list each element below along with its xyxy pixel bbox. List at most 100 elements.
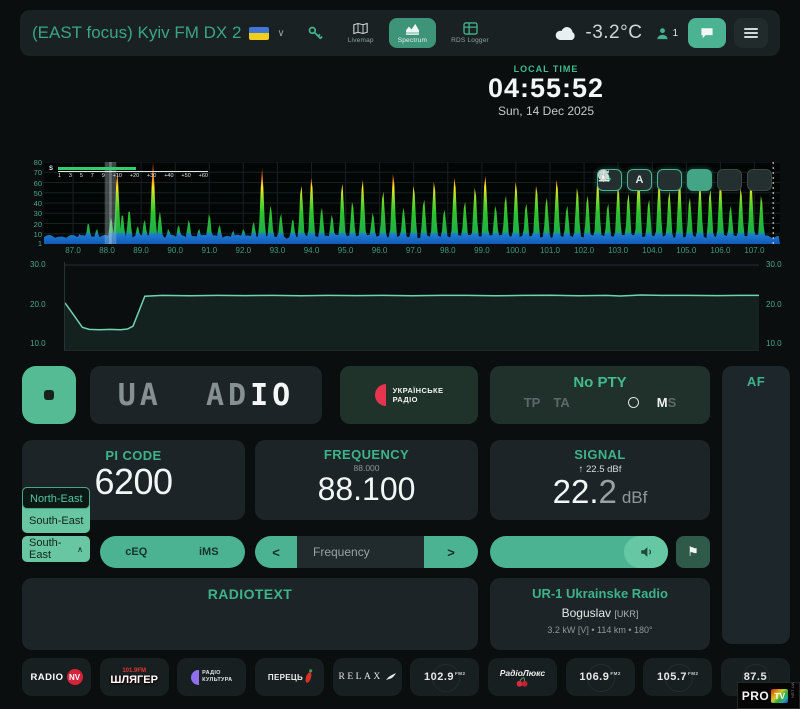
flag-icon: ⚑: [687, 544, 699, 559]
clock-time: 04:55:52: [440, 74, 652, 104]
frequency-card: FREQUENCY 88.000 88.100: [255, 440, 478, 520]
s-meter-bar: [58, 167, 136, 170]
transmitter-info-card: UR-1 Ukrainske Radio Boguslav [UKR] 3.2 …: [490, 578, 710, 650]
top-bar: (EAST focus) Kyiv FM DX 2 ∨ Livemap Spec…: [20, 10, 780, 56]
listeners-widget: 1: [656, 27, 678, 40]
logo-line2: РАДІО: [393, 395, 418, 404]
volume-knob[interactable]: [624, 536, 668, 568]
cherries-icon: [516, 677, 528, 687]
user-icon: [656, 27, 669, 40]
record-stop-button[interactable]: [22, 366, 76, 424]
grid-icon: [463, 22, 478, 35]
station-tile-perets[interactable]: ПЕРЕЦЬ: [255, 658, 324, 696]
antenna-option-north-east[interactable]: North-East: [22, 487, 90, 509]
top-nav: Livemap Spectrum RDS Logger: [339, 18, 498, 48]
pty-value: No PTY: [490, 374, 710, 391]
refresh-button[interactable]: [747, 169, 772, 191]
frequency-tuner: < >: [255, 536, 478, 568]
refresh-icon: [597, 169, 610, 182]
station-tile-shlyager[interactable]: 101.9FM ШЛЯГЕР: [100, 658, 169, 696]
protv-watermark: PRO TV NET.UA: [737, 682, 800, 709]
server-title: (EAST focus) Kyiv FM DX 2: [32, 23, 241, 43]
tune-up-button[interactable]: >: [424, 536, 478, 568]
frequency-header: FREQUENCY: [255, 447, 478, 462]
antenna-options-list: North-East South-East: [22, 487, 90, 533]
ps-display: UA ADIO: [90, 366, 322, 424]
signal-card: SIGNAL ↑ 22.5 dBf 22.2dBf: [490, 440, 710, 520]
report-flag-button[interactable]: ⚑: [676, 536, 710, 568]
radiotext-card: RADIOTEXT: [22, 578, 478, 650]
volume-slider[interactable]: [490, 536, 668, 568]
spectrum-plot[interactable]: S 13579+10+20+30+40+50+60 A: [44, 162, 780, 244]
nav-spectrum[interactable]: Spectrum: [389, 18, 436, 48]
pepper-icon: [304, 671, 312, 683]
vertical-zoom-button[interactable]: [657, 169, 682, 191]
admin-key-icon[interactable]: [307, 25, 323, 41]
signal-unit: dBf: [622, 488, 648, 507]
graph-style-button[interactable]: [687, 169, 712, 191]
station-tile-1057[interactable]: 105.7FM2: [643, 658, 712, 696]
chat-button[interactable]: [688, 18, 726, 48]
fmdx-webserver: (EAST focus) Kyiv FM DX 2 ∨ Livemap Spec…: [0, 0, 800, 709]
bird-icon: [386, 673, 396, 681]
temperature: -3.2°C: [585, 22, 642, 44]
signal-value: 22.: [553, 473, 599, 510]
nav-rds-logger[interactable]: RDS Logger: [442, 18, 498, 48]
ukrainske-radio-logo-icon: [375, 384, 386, 406]
station-tile-1029[interactable]: 102.9FM2: [410, 658, 479, 696]
station-tile-1069[interactable]: 106.9FM2: [566, 658, 635, 696]
antenna-dropdown: North-East South-East South-East ∧: [22, 487, 90, 562]
auto-scale-button[interactable]: A: [627, 169, 652, 191]
ms-speech-flag: S: [668, 395, 677, 410]
ta-flag: TA: [553, 395, 569, 410]
protv-tv-icon: TV: [771, 689, 788, 703]
weather-widget: -3.2°C: [554, 22, 642, 44]
listener-count: 1: [672, 28, 678, 39]
station-tile-radio-lux[interactable]: РадіоЛюкс: [488, 658, 557, 696]
spectrum-panel: 80706050403020101: [20, 158, 790, 258]
stereo-indicator-icon: [628, 397, 639, 408]
ms-music-flag: M: [657, 395, 668, 410]
station-tile-relax[interactable]: RELAX: [333, 658, 402, 696]
server-selector[interactable]: (EAST focus) Kyiv FM DX 2 ∨: [32, 23, 285, 43]
ps-confirmed-chars: IO: [250, 378, 294, 413]
chevron-up-icon: ∧: [77, 545, 83, 554]
eq-toggle[interactable]: cEQ: [100, 546, 173, 558]
af-list-panel: AF: [722, 366, 790, 644]
chat-bubble-icon: [700, 27, 714, 39]
antenna-selected-value: South-East: [29, 537, 77, 561]
signal-header: SIGNAL: [490, 447, 710, 462]
frequency-value: 88.100: [255, 473, 478, 507]
pty-card: No PTY TP TA MS: [490, 366, 710, 424]
station-tile-radio-kultura[interactable]: РАДІОКУЛЬТУРА: [177, 658, 246, 696]
transmitter-country: [UKR]: [614, 609, 638, 619]
radiotext-header: RADIOTEXT: [22, 586, 478, 602]
antenna-option-south-east[interactable]: South-East: [22, 509, 90, 533]
transmitter-city: Boguslav: [562, 606, 611, 620]
spectrum-icon: [405, 22, 420, 35]
tune-down-button[interactable]: <: [255, 536, 297, 568]
station-logo-strip: RADIONV 101.9FM ШЛЯГЕР РАДІОКУЛЬТУРА ПЕР…: [22, 658, 790, 696]
s-meter: S 13579+10+20+30+40+50+60: [58, 167, 218, 179]
clock-date: Sun, 14 Dec 2025: [440, 104, 652, 118]
stop-icon: [44, 390, 54, 400]
antenna-select[interactable]: South-East ∧: [22, 536, 90, 562]
nav-livemap[interactable]: Livemap: [339, 18, 383, 48]
menu-button[interactable]: [734, 18, 768, 48]
spectrum-x-axis: 87.088.089.090.091.092.093.094.095.096.0…: [44, 246, 780, 258]
audio-toggles: cEQ iMS: [100, 536, 245, 568]
transmitter-details: 3.2 kW [V] • 114 km • 180°: [490, 625, 710, 635]
frequency-input[interactable]: [297, 536, 424, 568]
signal-history-panel: 30.020.010.0 30.020.010.0: [20, 260, 790, 356]
signal-decimal: 2: [598, 473, 616, 510]
map-icon: [353, 22, 368, 35]
pause-button[interactable]: [717, 169, 742, 191]
cloud-icon: [554, 26, 578, 41]
station-tile-radio-nv[interactable]: RADIONV: [22, 658, 91, 696]
logo-line1: УКРАЇНСЬКЕ: [393, 386, 444, 395]
tp-flag: TP: [524, 395, 541, 410]
ims-toggle[interactable]: iMS: [173, 546, 246, 558]
ukraine-flag-icon: [249, 27, 269, 40]
station-logo-card: УКРАЇНСЬКЕ РАДІО: [340, 366, 478, 424]
chevron-down-icon: ∨: [277, 28, 284, 39]
